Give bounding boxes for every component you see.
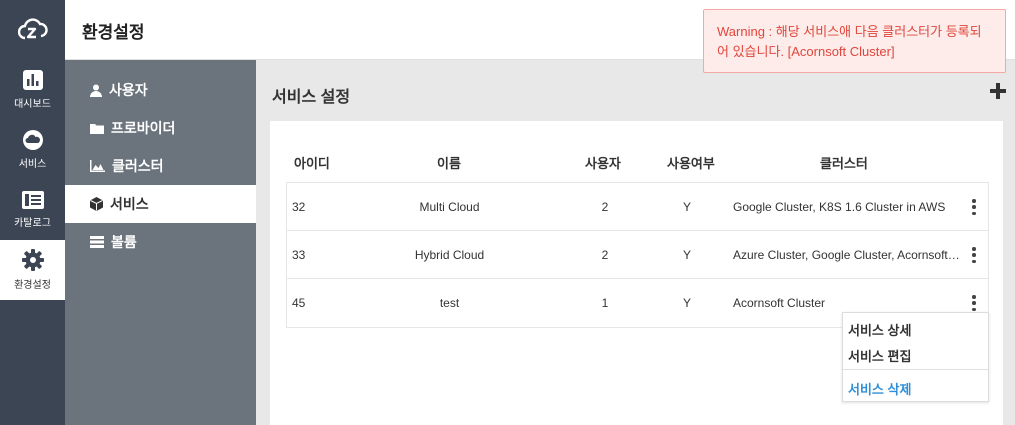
rail-item-dashboard[interactable]: 대시보드 <box>0 60 65 120</box>
subnav-item-label: 서비스 <box>110 196 149 212</box>
catalog-icon <box>21 191 44 209</box>
menu-item-service-detail[interactable]: 서비스 상세 <box>848 320 911 339</box>
table-row[interactable]: 32 Multi Cloud 2 Y Google Cluster, K8S 1… <box>287 183 988 231</box>
rail-item-label: 서비스 <box>18 159 47 170</box>
area-chart-icon <box>90 160 105 172</box>
server-icon <box>90 236 104 248</box>
column-header-id: 아이디 <box>294 156 330 171</box>
user-icon <box>90 84 102 97</box>
subnav-item-label: 사용자 <box>109 82 148 98</box>
subnav-item-users[interactable]: 사용자 <box>65 71 256 109</box>
cell-use: Y <box>682 248 691 262</box>
column-header-use: 사용여부 <box>667 156 715 171</box>
warning-toast: Warning : 해당 서비스애 다음 클러스터가 등록되어 있습니다. [A… <box>703 9 1006 73</box>
column-header-cluster: 클러스터 <box>820 156 868 171</box>
table-row[interactable]: 33 Hybrid Cloud 2 Y Azure Cluster, Googl… <box>287 231 988 279</box>
gear-icon <box>21 249 44 271</box>
cube-icon <box>90 197 103 211</box>
subnav-item-label: 프로바이더 <box>111 120 176 136</box>
column-header-name: 이름 <box>437 156 461 171</box>
more-vertical-icon[interactable] <box>970 295 978 311</box>
subnav-item-label: 볼륨 <box>111 234 137 250</box>
cloud-icon <box>22 130 43 150</box>
plus-icon[interactable] <box>989 82 1007 100</box>
subnav-item-clusters[interactable]: 클러스터 <box>65 147 256 185</box>
icon-rail: 대시보드 서비스 카탈로그 환경설정 <box>0 0 65 425</box>
warning-message: Warning : 해당 서비스애 다음 클러스터가 등록되어 있습니다. [A… <box>717 24 982 59</box>
rail-item-catalog[interactable]: 카탈로그 <box>0 180 65 240</box>
cell-use: Y <box>682 200 691 214</box>
more-vertical-icon[interactable] <box>970 247 978 263</box>
rail-item-label: 환경설정 <box>14 280 51 291</box>
rail-item-settings[interactable]: 환경설정 <box>0 240 65 300</box>
bar-chart-icon <box>22 70 43 90</box>
subnav-item-volumes[interactable]: 볼륨 <box>65 223 256 261</box>
subnav-item-providers[interactable]: 프로바이더 <box>65 109 256 147</box>
rail-item-label: 대시보드 <box>14 99 51 110</box>
cloud-logo-icon[interactable] <box>0 0 65 60</box>
menu-item-service-edit[interactable]: 서비스 편집 <box>848 346 911 365</box>
cell-name: Multi Cloud <box>419 200 480 214</box>
rail-item-label: 카탈로그 <box>14 218 51 229</box>
cell-id: 45 <box>292 296 306 310</box>
folder-icon <box>90 123 104 134</box>
cell-user: 2 <box>601 248 609 262</box>
page-section-title: 환경설정 <box>82 23 145 42</box>
cell-cluster: Acornsoft Cluster <box>733 296 826 310</box>
settings-subnav: 사용자 프로바이더 클러스터 서비스 볼륨 <box>65 60 256 425</box>
services-table-body: 32 Multi Cloud 2 Y Google Cluster, K8S 1… <box>286 182 989 328</box>
cell-name: test <box>439 296 460 310</box>
cell-cluster: Google Cluster, K8S 1.6 Cluster in AWS <box>733 200 946 214</box>
row-context-menu: 서비스 상세 서비스 편집 서비스 삭제 <box>842 312 989 402</box>
cell-user: 1 <box>601 296 609 310</box>
rail-item-service[interactable]: 서비스 <box>0 120 65 180</box>
page-title: 서비스 설정 <box>272 89 351 106</box>
cell-name: Hybrid Cloud <box>414 248 485 262</box>
cell-user: 2 <box>601 200 609 214</box>
more-vertical-icon[interactable] <box>970 199 978 215</box>
menu-divider <box>843 369 988 370</box>
cell-cluster: Azure Cluster, Google Cluster, Acornsoft… <box>733 248 961 262</box>
table-header: 아이디 이름 사용자 사용여부 클러스터 <box>286 153 989 173</box>
cell-use: Y <box>682 296 691 310</box>
cell-id: 33 <box>292 248 306 262</box>
menu-item-service-delete[interactable]: 서비스 삭제 <box>848 379 911 398</box>
cell-id: 32 <box>292 200 306 214</box>
subnav-item-label: 클러스터 <box>112 158 164 174</box>
subnav-item-services[interactable]: 서비스 <box>65 185 256 223</box>
column-header-user: 사용자 <box>585 156 621 171</box>
